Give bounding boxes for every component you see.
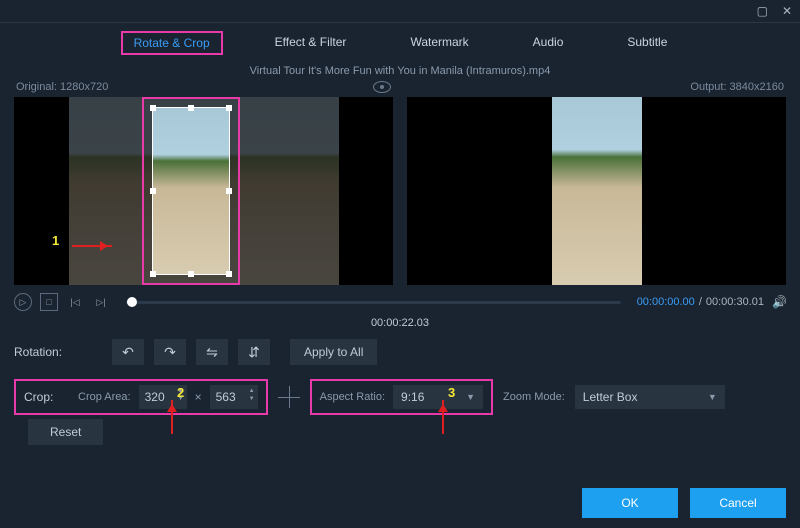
rotate-left-button[interactable]: ↶: [112, 339, 144, 365]
eye-icon[interactable]: [373, 81, 391, 93]
volume-icon[interactable]: 🔊: [772, 295, 786, 309]
apply-all-button[interactable]: Apply to All: [290, 339, 377, 365]
tab-subtitle[interactable]: Subtitle: [615, 31, 679, 55]
rotate-right-button[interactable]: ↷: [154, 339, 186, 365]
filename-label: Virtual Tour It's More Fun with You in M…: [0, 65, 800, 77]
zoom-mode-label: Zoom Mode:: [503, 391, 565, 403]
tab-effect-filter[interactable]: Effect & Filter: [263, 31, 359, 55]
timecode-display: 00:00:22.03: [0, 317, 800, 329]
rotation-label: Rotation:: [14, 345, 102, 359]
arrow-icon: [442, 400, 444, 434]
arrow-icon: [72, 245, 112, 247]
arrow-icon: [171, 400, 173, 434]
reset-button[interactable]: Reset: [28, 419, 103, 445]
duration: 00:00:30.01: [706, 296, 764, 308]
prev-frame-button[interactable]: |◁: [66, 293, 84, 311]
output-video: [407, 97, 786, 285]
crop-handle[interactable]: [188, 105, 194, 111]
aspect-ratio-label: Aspect Ratio:: [320, 391, 385, 403]
crop-handle[interactable]: [226, 188, 232, 194]
stop-button[interactable]: □: [40, 293, 58, 311]
tab-rotate-crop[interactable]: Rotate & Crop: [121, 31, 223, 55]
crop-rectangle[interactable]: [152, 107, 230, 275]
chevron-down-icon: ▼: [708, 392, 717, 402]
player-controls: ▷ □ |◁ ▷| 00:00:00.00/00:00:30.01 🔊: [0, 285, 800, 315]
crop-label: Crop:: [16, 390, 70, 404]
play-button[interactable]: ▷: [14, 293, 32, 311]
crop-area-group: Crop: Crop Area: 320▲▼ × 563▲▼: [14, 379, 268, 415]
maximize-icon[interactable]: ▢: [757, 4, 768, 18]
tab-watermark[interactable]: Watermark: [398, 31, 480, 55]
output-preview: Output: 3840x2160: [407, 81, 786, 285]
crop-height-input[interactable]: 563▲▼: [210, 385, 258, 409]
aspect-ratio-group: Aspect Ratio: 9:16▼: [310, 379, 493, 415]
current-time: 00:00:00.00: [637, 296, 695, 308]
zoom-mode-dropdown[interactable]: Letter Box▼: [575, 385, 725, 409]
center-crop-button[interactable]: [278, 386, 300, 408]
seek-handle[interactable]: [127, 297, 137, 307]
annotation-1: 1: [52, 233, 59, 248]
next-frame-button[interactable]: ▷|: [92, 293, 110, 311]
crop-handle[interactable]: [226, 271, 232, 277]
chevron-down-icon: ▼: [466, 392, 475, 402]
original-preview: Original: 1280x720 1: [14, 81, 393, 285]
crop-handle[interactable]: [188, 271, 194, 277]
editor-tabs: Rotate & Crop Effect & Filter Watermark …: [0, 22, 800, 65]
tab-audio[interactable]: Audio: [521, 31, 576, 55]
crop-handle[interactable]: [150, 271, 156, 277]
crop-handle[interactable]: [150, 105, 156, 111]
crop-handle[interactable]: [150, 188, 156, 194]
original-video[interactable]: 1: [14, 97, 393, 285]
output-resolution: Output: 3840x2160: [690, 81, 784, 93]
close-icon[interactable]: ✕: [782, 4, 792, 18]
crop-area-label: Crop Area:: [78, 391, 131, 403]
original-resolution: Original: 1280x720: [16, 81, 108, 93]
cancel-button[interactable]: Cancel: [690, 488, 786, 518]
ok-button[interactable]: OK: [582, 488, 678, 518]
flip-vertical-button[interactable]: ⇵: [238, 339, 270, 365]
multiply-icon: ×: [195, 390, 202, 404]
annotation-2: 2: [177, 385, 184, 400]
crop-handle[interactable]: [226, 105, 232, 111]
annotation-3: 3: [448, 385, 455, 400]
seek-bar[interactable]: [126, 301, 621, 304]
flip-horizontal-button[interactable]: ⇋: [196, 339, 228, 365]
